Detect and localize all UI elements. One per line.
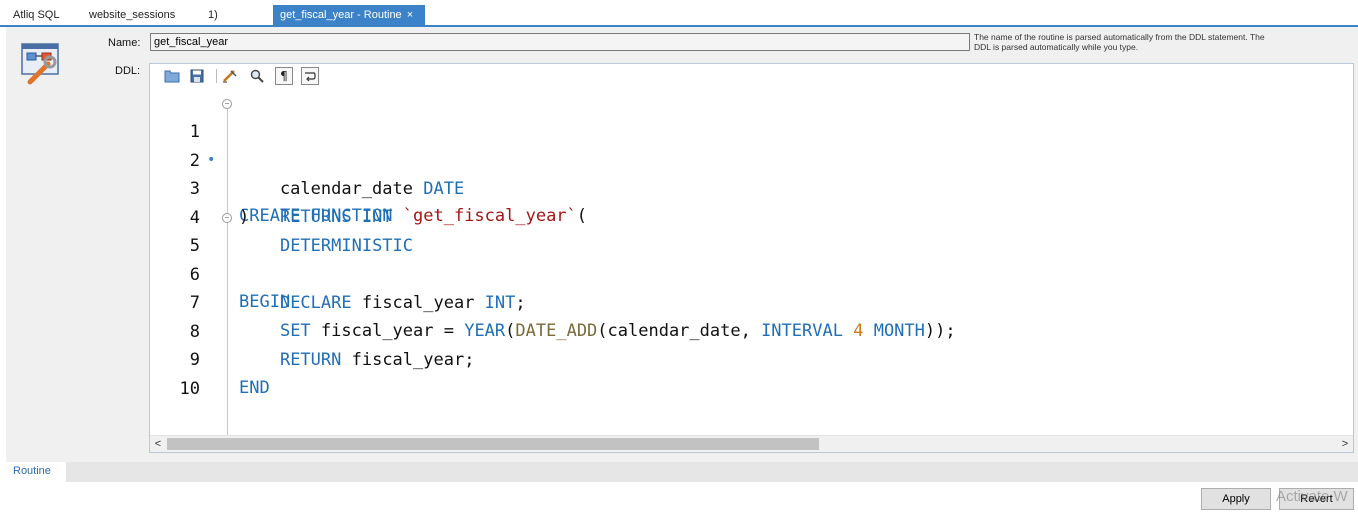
code-line: 6 DECLARE fiscal_year INT;	[150, 233, 1353, 313]
horizontal-scrollbar[interactable]: < >	[150, 435, 1353, 452]
routine-editor-panel: Name: The name of the routine is parsed …	[6, 27, 1358, 462]
routine-icon	[21, 43, 59, 85]
find-icon[interactable]	[248, 67, 266, 85]
windows-activation-watermark: Activate W	[1276, 488, 1348, 505]
tab-website-sessions[interactable]: website_sessions	[89, 5, 175, 26]
code-text: END	[239, 378, 270, 398]
tab-bar: Atliq SQL website_sessions 1) get_fiscal…	[0, 0, 1358, 27]
open-icon[interactable]	[163, 67, 181, 85]
fold-toggle-icon[interactable]: −	[222, 213, 232, 223]
name-label: Name:	[108, 37, 141, 49]
routine-name-input[interactable]	[150, 33, 970, 51]
tab-routine[interactable]: Routine	[6, 462, 66, 482]
tab-label: get_fiscal_year - Routine	[280, 9, 402, 21]
code-line: 5 − BEGIN	[150, 204, 1353, 312]
tab-get-fiscal-year-routine[interactable]: get_fiscal_year - Routine ×	[273, 5, 425, 26]
fold-toggle-icon[interactable]: −	[222, 99, 232, 109]
code-area[interactable]: 1 • − CREATE FUNCTION `get_fiscal_year`(…	[150, 90, 1353, 435]
wrap-icon[interactable]	[301, 67, 319, 85]
tab-query-1[interactable]: 1)	[208, 5, 218, 26]
footer: Apply Revert	[0, 482, 1358, 513]
tab-atliq-sql[interactable]: Atliq SQL	[13, 5, 59, 26]
save-icon[interactable]	[188, 67, 206, 85]
code-line: 7 SET fiscal_year = YEAR(DATE_ADD(calend…	[150, 261, 1353, 341]
toolbar-separator	[216, 69, 217, 83]
beautify-icon[interactable]	[221, 67, 239, 85]
code-line: 1 • − CREATE FUNCTION `get_fiscal_year`(	[150, 90, 1353, 226]
editor-toolbar: ¶	[150, 64, 1353, 88]
invisibles-icon[interactable]: ¶	[275, 67, 293, 85]
code-line: 8 RETURN fiscal_year;	[150, 290, 1353, 370]
close-icon[interactable]: ×	[407, 9, 413, 21]
ddl-editor[interactable]: ¶ 1 • − CREATE FUNCTION `get_fiscal_year…	[149, 63, 1354, 453]
code-line: 3 ) RETURNS INT	[150, 147, 1353, 227]
apply-button[interactable]: Apply	[1201, 488, 1271, 510]
code-line: 10	[150, 347, 1353, 399]
code-line: 4 DETERMINISTIC	[150, 176, 1353, 256]
scrollbar-thumb[interactable]	[167, 438, 819, 450]
line-number: 10	[179, 378, 200, 399]
ddl-label: DDL:	[115, 65, 141, 77]
bottom-tab-strip: Routine	[6, 462, 1358, 482]
name-hint: The name of the routine is parsed automa…	[974, 32, 1265, 52]
code-line: 2 calendar_date DATE	[150, 119, 1353, 199]
scroll-right-icon[interactable]: >	[1337, 436, 1353, 452]
scroll-left-icon[interactable]: <	[150, 436, 166, 452]
code-line: 9 END	[150, 318, 1353, 398]
